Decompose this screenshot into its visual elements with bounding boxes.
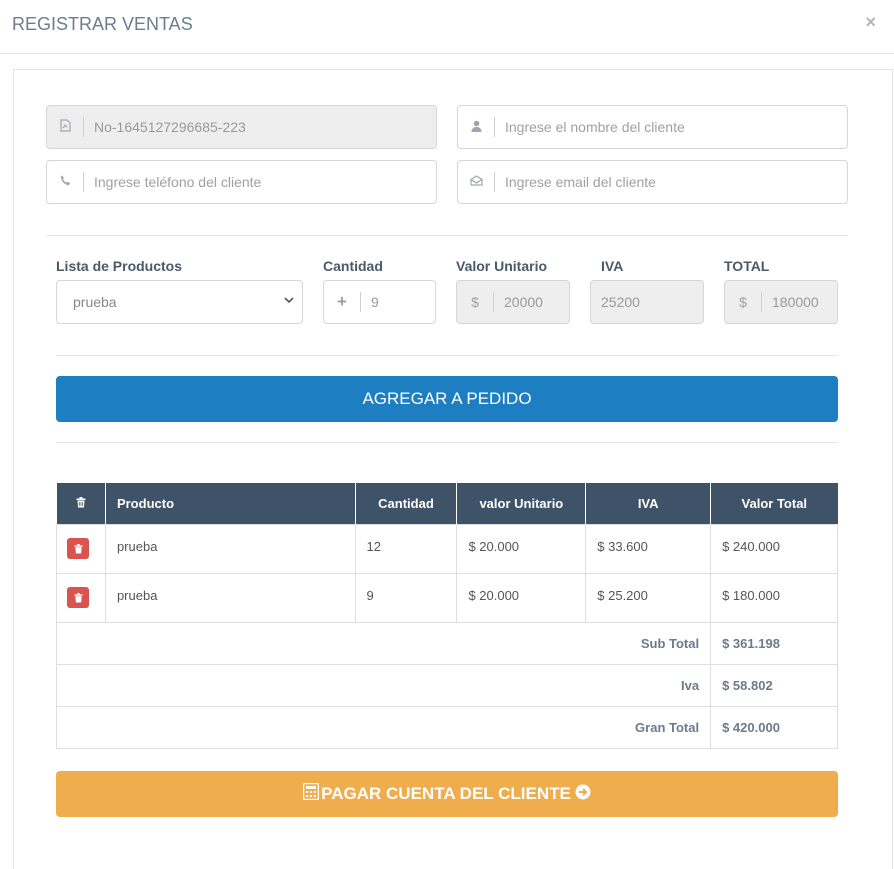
product-select-value: prueba	[73, 294, 117, 310]
column-header-unit-value: valor Unitario	[456, 483, 586, 525]
subtotal-value: $ 361.198	[710, 622, 838, 665]
email-field[interactable]	[457, 160, 848, 204]
trash-icon	[56, 483, 106, 525]
calculator-icon	[302, 782, 320, 805]
order-table: Producto Cantidad valor Unitario IVA Val…	[55, 483, 838, 749]
add-to-order-button[interactable]: AGREGAR A PEDIDO	[56, 376, 838, 422]
column-header-quantity: Cantidad	[354, 483, 457, 525]
unit-value-field: $ 20000	[456, 280, 570, 324]
total-field: $ 180000	[724, 280, 838, 324]
quantity-input[interactable]: 9	[361, 294, 379, 310]
iva-value: 25200	[601, 294, 640, 310]
document-icon	[47, 119, 83, 135]
delete-row-button[interactable]	[67, 538, 89, 559]
dollar-icon: $	[471, 294, 479, 310]
cell-total: $ 180.000	[710, 573, 838, 623]
client-name-input[interactable]	[495, 118, 819, 136]
iva-label: IVA	[601, 258, 624, 274]
table-row: prueba 9 $ 20.000 $ 25.200 $ 180.000	[56, 573, 838, 623]
iva-total-label: Iva	[55, 664, 712, 707]
email-input[interactable]	[495, 173, 819, 191]
chevron-down-icon	[284, 293, 294, 307]
total-value: 180000	[772, 294, 819, 310]
divider	[56, 355, 838, 356]
product-list-label: Lista de Productos	[56, 258, 183, 274]
cell-quantity: 12	[354, 524, 458, 574]
total-label: TOTAL	[724, 258, 770, 274]
cell-quantity: 9	[354, 573, 458, 623]
iva-total-row: Iva $ 58.802	[55, 664, 838, 707]
user-icon	[458, 120, 494, 135]
trash-icon	[73, 592, 83, 602]
modal-title: REGISTRAR VENTAS	[12, 14, 193, 34]
table-header-row: Producto Cantidad valor Unitario IVA Val…	[56, 483, 838, 525]
dollar-icon: $	[739, 294, 747, 310]
cell-product: prueba	[104, 573, 356, 623]
quantity-label: Cantidad	[323, 258, 383, 274]
grand-total-value: $ 420.000	[710, 706, 838, 749]
product-select[interactable]: prueba	[56, 280, 303, 324]
quantity-field[interactable]: + 9	[323, 280, 436, 324]
cell-unit-value: $ 20.000	[456, 573, 587, 623]
column-header-product: Producto	[104, 483, 356, 525]
subtotal-row: Sub Total $ 361.198	[55, 622, 838, 665]
cell-iva: $ 25.200	[585, 573, 712, 623]
divider	[46, 235, 848, 236]
phone-icon	[47, 175, 83, 189]
grand-total-label: Gran Total	[55, 706, 712, 749]
close-button[interactable]: ×	[865, 12, 876, 33]
column-header-total: Valor Total	[710, 483, 838, 525]
arrow-circle-right-icon	[575, 784, 591, 805]
column-header-iva: IVA	[585, 483, 711, 525]
envelope-open-icon	[458, 175, 494, 189]
cell-total: $ 240.000	[710, 524, 838, 574]
unit-value: 20000	[504, 294, 543, 310]
subtotal-label: Sub Total	[55, 622, 712, 665]
iva-field: 25200	[590, 280, 704, 324]
trash-icon	[73, 543, 83, 553]
table-row: prueba 12 $ 20.000 $ 33.600 $ 240.000	[56, 524, 838, 574]
pay-account-label: PAGAR CUENTA DEL CLIENTE	[321, 784, 571, 803]
unit-value-label: Valor Unitario	[456, 258, 548, 274]
iva-total-value: $ 58.802	[710, 664, 838, 707]
invoice-code-field: No-1645127296685-223	[46, 105, 437, 149]
delete-row-button[interactable]	[67, 587, 89, 608]
divider	[56, 442, 838, 443]
grand-total-row: Gran Total $ 420.000	[55, 706, 838, 749]
cell-product: prueba	[104, 524, 356, 574]
phone-field[interactable]	[46, 160, 437, 204]
cell-unit-value: $ 20.000	[456, 524, 587, 574]
modal-header: REGISTRAR VENTAS ×	[0, 0, 894, 54]
invoice-code: No-1645127296685-223	[94, 119, 246, 135]
plus-icon: +	[337, 292, 347, 311]
cell-iva: $ 33.600	[585, 524, 712, 574]
phone-input[interactable]	[84, 173, 408, 191]
client-name-field[interactable]	[457, 105, 848, 149]
pay-account-button[interactable]: PAGAR CUENTA DEL CLIENTE	[56, 771, 838, 817]
